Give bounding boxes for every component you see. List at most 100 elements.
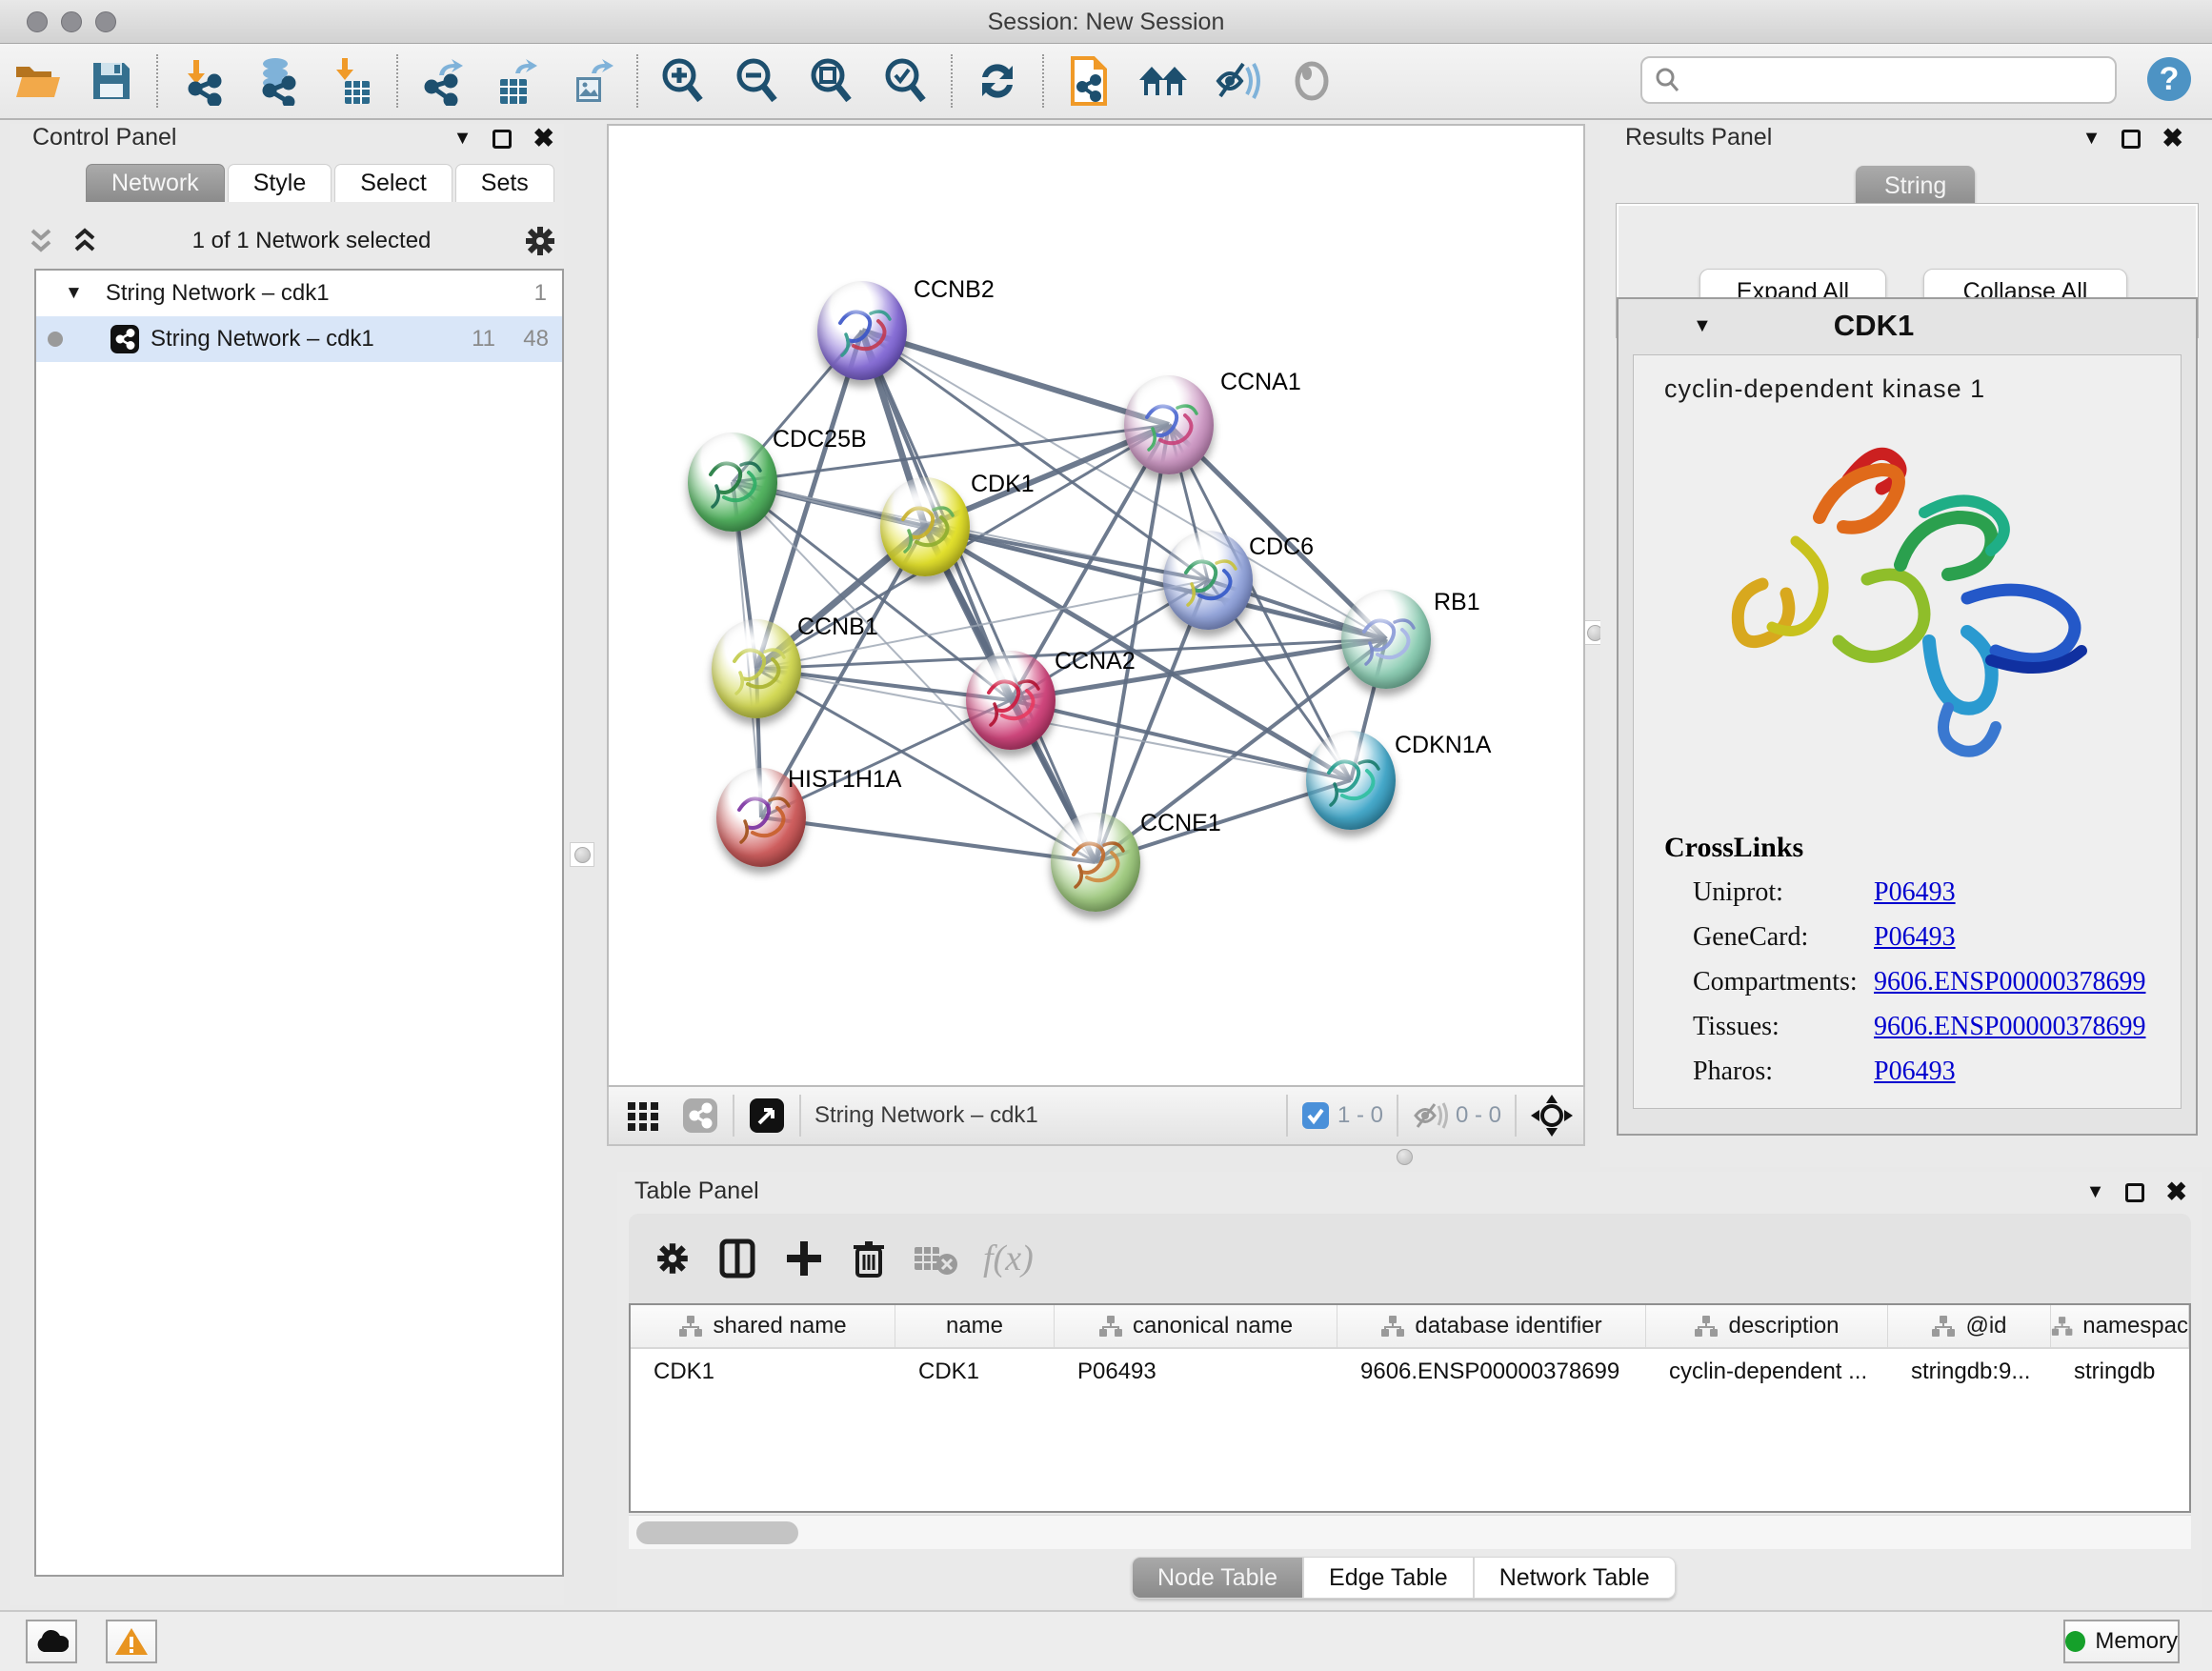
table-panel-maximize-button[interactable] (2125, 1183, 2144, 1202)
network-from-file-button[interactable] (1052, 52, 1126, 110)
crosslink-link[interactable]: 9606.ENSP00000378699 (1874, 1012, 2145, 1042)
gear-icon[interactable] (522, 223, 558, 259)
show-graphics-details-button[interactable] (1275, 52, 1349, 110)
birdseye-view-icon[interactable] (748, 1097, 786, 1135)
zoom-fit-button[interactable] (794, 52, 869, 110)
network-node-cdc6[interactable] (1163, 531, 1253, 630)
export-image-button[interactable] (554, 52, 629, 110)
network-edge[interactable] (761, 817, 1096, 862)
warnings-button[interactable] (106, 1620, 157, 1663)
network-edge[interactable] (1011, 700, 1351, 780)
table-cell[interactable]: CDK1 (631, 1349, 895, 1395)
add-column-icon[interactable] (783, 1238, 825, 1279)
table-cell[interactable]: stringdb:9... (1888, 1349, 2051, 1395)
table-cell[interactable]: stringdb (2051, 1349, 2189, 1395)
network-node-cdk1[interactable] (880, 477, 970, 576)
crosslink-link[interactable]: P06493 (1874, 922, 1956, 953)
network-node-ccnb2[interactable] (817, 281, 907, 380)
grid-view-icon[interactable] (624, 1097, 662, 1135)
results-panel-float-button[interactable]: ▼ (2082, 128, 2101, 150)
hidden-eye-icon[interactable] (1412, 1101, 1448, 1130)
tab-network[interactable]: Network (86, 164, 225, 202)
table-cell[interactable]: P06493 (1055, 1349, 1337, 1395)
results-panel-maximize-button[interactable] (2122, 130, 2141, 149)
table-gear-icon[interactable] (654, 1239, 692, 1278)
tab-string[interactable]: String (1856, 166, 1975, 206)
memory-button[interactable]: Memory (2063, 1620, 2180, 1663)
zoom-out-button[interactable] (720, 52, 794, 110)
import-network-database-button[interactable] (240, 52, 314, 110)
control-panel-float-button[interactable]: ▼ (453, 128, 473, 150)
column-header-description[interactable]: description (1646, 1305, 1888, 1347)
network-row[interactable]: String Network – cdk1 11 48 (36, 316, 562, 362)
crosslink-link[interactable]: P06493 (1874, 877, 1956, 908)
toolbar-search-field[interactable] (1640, 56, 2117, 104)
results-panel-close-button[interactable]: ✖ (2162, 124, 2183, 153)
network-share-gray-icon[interactable] (681, 1097, 719, 1135)
tab-sets[interactable]: Sets (455, 164, 554, 202)
control-panel-close-button[interactable]: ✖ (533, 124, 554, 153)
open-session-button[interactable] (0, 52, 74, 110)
import-network-file-button[interactable] (166, 52, 240, 110)
protein-expander-icon[interactable]: ▼ (1693, 315, 1712, 337)
collapse-all-icon[interactable] (25, 225, 57, 257)
crosslink-link[interactable]: 9606.ENSP00000378699 (1874, 967, 2145, 997)
bottom-splitter-handle[interactable] (1392, 1146, 1417, 1167)
scrollbar-thumb[interactable] (636, 1521, 798, 1544)
crosslink-link[interactable]: P06493 (1874, 1057, 1956, 1087)
tab-network-table[interactable]: Network Table (1474, 1557, 1676, 1599)
network-node-ccna2[interactable] (966, 651, 1056, 750)
save-session-button[interactable] (74, 52, 149, 110)
network-node-ccna1[interactable] (1124, 375, 1214, 474)
network-node-ccnb1[interactable] (712, 619, 801, 718)
control-panel-maximize-button[interactable] (493, 130, 512, 149)
function-builder-icon[interactable]: f(x) (983, 1238, 1034, 1279)
network-node-cdc25b[interactable] (688, 433, 777, 532)
home-networks-button[interactable] (1126, 52, 1200, 110)
collection-expander-icon[interactable]: ▼ (65, 283, 83, 304)
column-header--id[interactable]: @id (1888, 1305, 2051, 1347)
protein-card-header[interactable]: ▼ CDK1 (1619, 299, 2196, 352)
export-table-button[interactable] (480, 52, 554, 110)
search-input[interactable] (1680, 67, 2090, 93)
apply-layout-button[interactable] (960, 52, 1035, 110)
tab-style[interactable]: Style (228, 164, 332, 202)
table-cell[interactable]: CDK1 (895, 1349, 1055, 1395)
network-node-rb1[interactable] (1341, 590, 1431, 689)
column-header-database-identifier[interactable]: database identifier (1337, 1305, 1646, 1347)
column-header-name[interactable]: name (895, 1305, 1055, 1347)
delete-column-icon[interactable] (850, 1238, 888, 1279)
table-horizontal-scrollbar[interactable] (629, 1515, 2191, 1549)
expand-all-icon[interactable] (69, 225, 101, 257)
network-view-canvas[interactable]: CCNB2 CCNA1 CDC25B CDK1 CDC6 RB1 CCNB1 (607, 124, 1585, 1087)
table-cell[interactable]: cyclin-dependent ... (1646, 1349, 1888, 1395)
zoom-in-button[interactable] (646, 52, 720, 110)
network-node-ccne1[interactable] (1051, 813, 1140, 912)
delete-table-icon[interactable] (913, 1241, 958, 1276)
zoom-selected-button[interactable] (869, 52, 943, 110)
help-button[interactable]: ? (2147, 57, 2191, 101)
table-row[interactable]: CDK1CDK1P064939606.ENSP00000378699cyclin… (631, 1349, 2189, 1395)
export-network-button[interactable] (406, 52, 480, 110)
network-collection-row[interactable]: ▼ String Network – cdk1 1 (36, 271, 562, 316)
tab-node-table[interactable]: Node Table (1132, 1557, 1303, 1599)
cloud-status-button[interactable] (26, 1620, 77, 1663)
selected-checkbox-icon[interactable] (1301, 1101, 1330, 1130)
table-cell[interactable]: 9606.ENSP00000378699 (1337, 1349, 1646, 1395)
crosshair-icon[interactable] (1530, 1094, 1574, 1137)
hide-show-graphics-button[interactable] (1200, 52, 1275, 110)
column-header-namespac[interactable]: namespac (2051, 1305, 2189, 1347)
import-table-button[interactable] (314, 52, 389, 110)
left-splitter-handle[interactable] (570, 842, 594, 867)
network-edge[interactable] (862, 331, 1169, 425)
tab-select[interactable]: Select (334, 164, 452, 202)
tab-edge-table[interactable]: Edge Table (1303, 1557, 1474, 1599)
import-table-icon (330, 56, 373, 106)
network-node-cdkn1a[interactable] (1306, 731, 1396, 830)
table-panel-float-button[interactable]: ▼ (2086, 1181, 2105, 1203)
column-header-shared-name[interactable]: shared name (631, 1305, 895, 1347)
column-header-canonical-name[interactable]: canonical name (1055, 1305, 1337, 1347)
table-panel-close-button[interactable]: ✖ (2165, 1178, 2187, 1207)
main-toolbar: ? (0, 44, 2212, 120)
column-visibility-icon[interactable] (716, 1238, 758, 1279)
